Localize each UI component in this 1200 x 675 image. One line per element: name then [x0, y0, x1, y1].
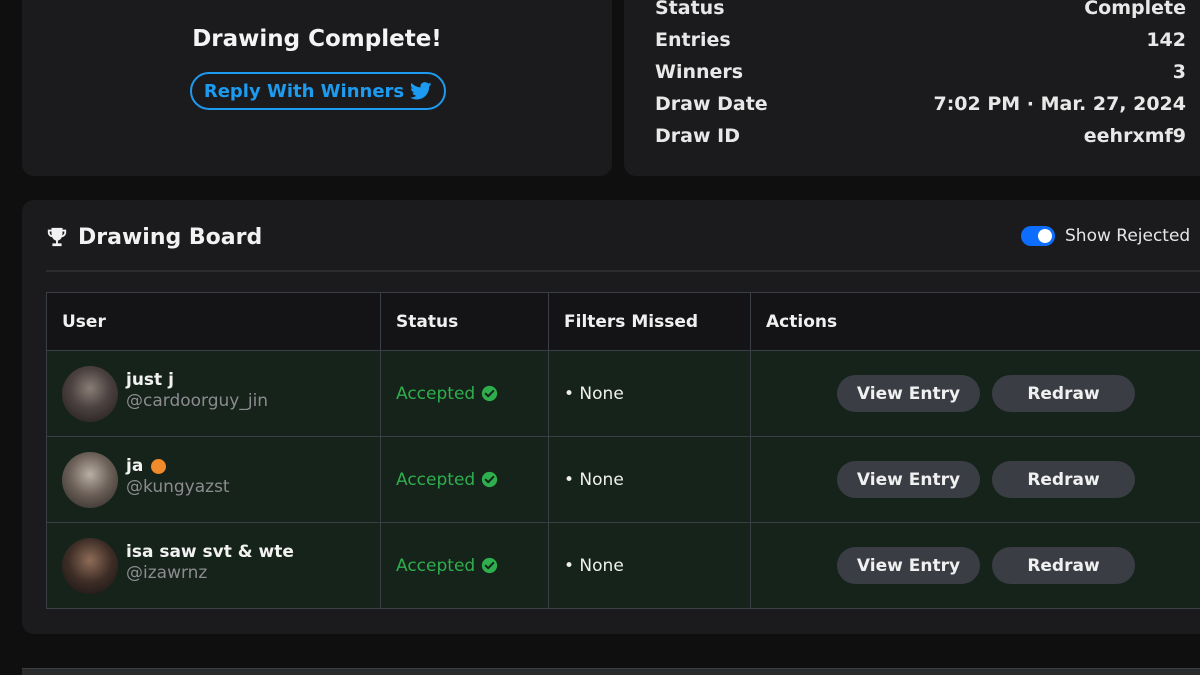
check-circle-icon: [482, 471, 498, 488]
view-entry-button[interactable]: View Entry: [837, 461, 980, 498]
check-circle-icon: [482, 557, 498, 574]
column-header-status: Status: [380, 292, 549, 351]
avatar[interactable]: [62, 365, 118, 422]
display-name: just j: [126, 370, 268, 390]
user-handle[interactable]: @kungyazst: [126, 477, 230, 497]
info-value: eehrxmf9: [1083, 125, 1186, 147]
orange-circle-icon: [151, 458, 167, 474]
display-name: ja: [126, 456, 230, 476]
info-row-winners: Winners 3: [655, 56, 1186, 88]
avatar[interactable]: [62, 537, 118, 594]
check-circle-icon: [482, 385, 498, 402]
status-text: Accepted: [396, 555, 476, 576]
status-text: Accepted: [396, 469, 476, 490]
display-name-text: ja: [126, 456, 144, 476]
view-entry-button[interactable]: View Entry: [837, 547, 980, 584]
bottom-panel-edge: [22, 668, 1200, 675]
actions-cell: View Entry Redraw: [750, 522, 1200, 609]
table-row: just j @cardoorguy_jin Accepted • None V…: [46, 350, 1200, 437]
info-label: Winners: [655, 61, 744, 83]
filters-missed-cell: • None: [548, 436, 751, 523]
status-badge: Accepted: [396, 470, 548, 490]
show-rejected-label: Show Rejected: [1065, 226, 1191, 246]
user-handle[interactable]: @cardoorguy_jin: [126, 391, 268, 411]
filters-missed-value: • None: [564, 469, 624, 490]
summary-card: Drawing Complete! Reply With Winners: [22, 0, 612, 176]
info-value: 3: [1172, 61, 1186, 83]
drawing-board-panel: Drawing Board Show Rejected User Status …: [22, 200, 1200, 634]
status-cell: Accepted: [380, 436, 549, 523]
info-value: 142: [1146, 29, 1186, 51]
reply-button-label: Reply With Winners: [203, 80, 405, 102]
board-title: Drawing Board: [78, 224, 263, 250]
info-label: Entries: [655, 29, 731, 51]
column-header-filters-missed: Filters Missed: [548, 292, 751, 351]
column-header-user: User: [46, 292, 381, 351]
draw-info-card: Status Complete Entries 142 Winners 3 Dr…: [624, 0, 1200, 176]
info-row-entries: Entries 142: [655, 24, 1186, 56]
table-row: ja @kungyazst Accepted • None View Entry…: [46, 436, 1200, 523]
info-value: 7:02 PM · Mar. 27, 2024: [933, 93, 1186, 115]
user-cell: isa saw svt & wte @izawrnz: [46, 522, 381, 609]
status-badge: Accepted: [396, 556, 548, 576]
board-header: Drawing Board: [46, 222, 262, 252]
filters-missed-value: • None: [564, 383, 624, 404]
actions-cell: View Entry Redraw: [750, 436, 1200, 523]
view-entry-button[interactable]: View Entry: [837, 375, 980, 412]
display-name-text: isa saw svt & wte: [126, 542, 294, 562]
table-row: isa saw svt & wte @izawrnz Accepted • No…: [46, 522, 1200, 609]
status-cell: Accepted: [380, 522, 549, 609]
info-row-draw-date: Draw Date 7:02 PM · Mar. 27, 2024: [655, 88, 1186, 120]
display-name: isa saw svt & wte: [126, 542, 294, 562]
twitter-icon: [410, 82, 432, 100]
show-rejected-toggle[interactable]: [1021, 226, 1055, 246]
user-handle[interactable]: @izawrnz: [126, 563, 294, 583]
display-name-text: just j: [126, 370, 174, 390]
column-header-actions: Actions: [750, 292, 1200, 351]
status-text: Accepted: [396, 383, 476, 404]
reply-with-winners-button[interactable]: Reply With Winners: [190, 72, 446, 110]
info-label: Draw ID: [655, 125, 740, 147]
table-header-row: User Status Filters Missed Actions: [46, 292, 1200, 351]
show-rejected-control: Show Rejected: [1021, 226, 1190, 246]
info-value: Complete: [1084, 0, 1186, 19]
status-badge: Accepted: [396, 384, 548, 404]
user-cell: ja @kungyazst: [46, 436, 381, 523]
page: Drawing Complete! Reply With Winners Sta…: [0, 0, 1200, 675]
filters-missed-cell: • None: [548, 350, 751, 437]
info-label: Draw Date: [655, 93, 768, 115]
info-row-status: Status Complete: [655, 0, 1186, 24]
drawing-complete-title: Drawing Complete!: [192, 26, 442, 52]
redraw-button[interactable]: Redraw: [992, 547, 1135, 584]
status-cell: Accepted: [380, 350, 549, 437]
divider: [46, 270, 1200, 272]
user-cell: just j @cardoorguy_jin: [46, 350, 381, 437]
trophy-icon: [47, 227, 67, 247]
actions-cell: View Entry Redraw: [750, 350, 1200, 437]
info-label: Status: [655, 0, 725, 19]
entries-table: User Status Filters Missed Actions just …: [46, 292, 1200, 609]
redraw-button[interactable]: Redraw: [992, 461, 1135, 498]
redraw-button[interactable]: Redraw: [992, 375, 1135, 412]
avatar[interactable]: [62, 451, 118, 508]
filters-missed-value: • None: [564, 555, 624, 576]
info-row-draw-id: Draw ID eehrxmf9: [655, 120, 1186, 152]
filters-missed-cell: • None: [548, 522, 751, 609]
